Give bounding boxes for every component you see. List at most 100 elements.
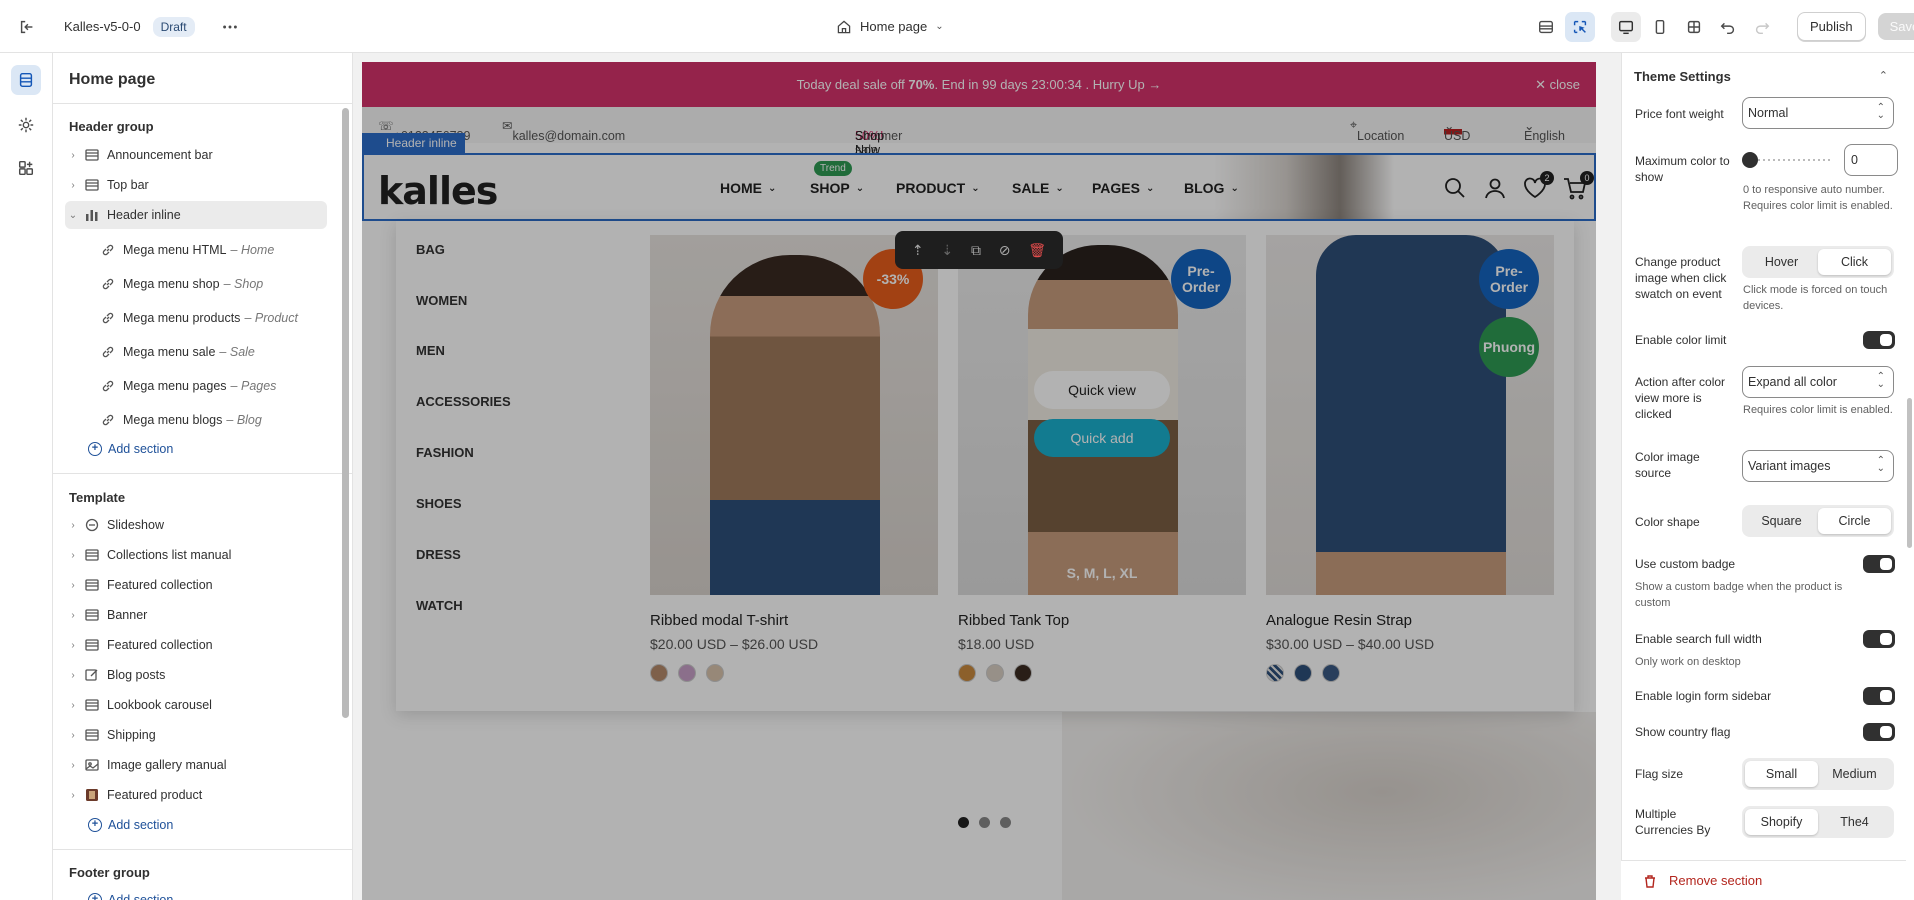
fullscreen-icon[interactable]	[1679, 12, 1709, 42]
quick-view-button[interactable]: Quick view	[1034, 371, 1170, 409]
more-options-icon[interactable]	[215, 12, 245, 42]
nav-home[interactable]: HOME ⌄	[720, 180, 776, 196]
currency-select[interactable]: USD ⌄	[1444, 118, 1470, 143]
product-card[interactable]: Pre-Order Phuong Analogue Resin Strap $3…	[1266, 235, 1554, 682]
product-image[interactable]: -33%	[650, 235, 938, 595]
nav-sale[interactable]: SALE ⌄	[1012, 180, 1064, 196]
category-link[interactable]: BAG	[416, 242, 445, 257]
option-small[interactable]: Small	[1745, 761, 1818, 787]
add-section-button[interactable]: + Add section	[88, 442, 173, 456]
slide-dot[interactable]	[1000, 817, 1011, 828]
option-hover[interactable]: Hover	[1745, 249, 1818, 275]
slide-dot[interactable]	[958, 817, 969, 828]
color-swatch[interactable]	[958, 664, 976, 682]
chevron-right-icon[interactable]: ›	[65, 640, 81, 651]
cart-icon[interactable]: 0	[1562, 171, 1594, 201]
category-link[interactable]: WOMEN	[416, 293, 467, 308]
account-icon[interactable]	[1482, 175, 1508, 201]
chevron-right-icon[interactable]: ›	[65, 670, 81, 681]
color-swatch[interactable]	[1014, 664, 1032, 682]
desktop-view-icon[interactable]	[1611, 11, 1641, 42]
hide-icon[interactable]: ⊘	[999, 242, 1011, 259]
save-button[interactable]: Save	[1877, 13, 1914, 40]
color-swatch[interactable]	[1294, 664, 1312, 682]
tree-item-featured-product[interactable]: › Featured product	[65, 781, 327, 809]
tree-item-mega-menu-sale[interactable]: Mega menu sale – Sale	[97, 338, 327, 366]
redo-icon[interactable]	[1747, 12, 1777, 42]
undo-icon[interactable]	[1713, 12, 1743, 42]
color-swatch[interactable]	[706, 664, 724, 682]
chevron-right-icon[interactable]: ›	[65, 550, 81, 561]
option-medium[interactable]: Medium	[1818, 761, 1891, 787]
tree-item-top-bar[interactable]: › Top bar	[65, 171, 327, 199]
color-swatch[interactable]	[1266, 664, 1284, 682]
quick-add-button[interactable]: Quick add	[1034, 419, 1170, 457]
nav-blog[interactable]: BLOG ⌄	[1184, 180, 1239, 196]
tree-item-collections-list-manual[interactable]: › Collections list manual	[65, 541, 327, 569]
category-link[interactable]: ACCESSORIES	[416, 394, 511, 409]
tree-item-lookbook-carousel[interactable]: › Lookbook carousel	[65, 691, 327, 719]
slide-dot[interactable]	[979, 817, 990, 828]
tree-item-shipping[interactable]: › Shipping	[65, 721, 327, 749]
sections-icon[interactable]	[11, 65, 41, 95]
chevron-right-icon[interactable]: ›	[65, 520, 81, 531]
price-font-weight-select[interactable]: Normal ⌃ ⌄	[1742, 97, 1894, 129]
color-swatch[interactable]	[650, 664, 668, 682]
product-image[interactable]: Pre-Order Phuong	[1266, 235, 1554, 595]
page-selector[interactable]: Home page ⌄	[836, 0, 944, 53]
chevron-right-icon[interactable]: ›	[65, 760, 81, 771]
inspector-icon[interactable]	[1565, 11, 1595, 42]
left-panel-scrollbar[interactable]	[342, 108, 349, 718]
color-swatch[interactable]	[678, 664, 696, 682]
remove-section-button[interactable]: Remove section	[1621, 860, 1906, 900]
category-link[interactable]: MEN	[416, 343, 445, 358]
chevron-right-icon[interactable]: ›	[65, 610, 81, 621]
chevron-right-icon[interactable]: ›	[65, 700, 81, 711]
tree-item-image-gallery-manual[interactable]: › Image gallery manual	[65, 751, 327, 779]
move-down-icon[interactable]: ⇣	[941, 242, 953, 259]
login-sidebar-toggle[interactable]	[1863, 687, 1895, 705]
search-icon[interactable]	[1442, 175, 1468, 201]
custom-badge-toggle[interactable]	[1863, 555, 1895, 573]
tree-item-blog-posts[interactable]: › Blog posts	[65, 661, 327, 689]
nav-shop[interactable]: SHOP ⌄	[810, 180, 864, 196]
product-name[interactable]: Ribbed Tank Top	[958, 612, 1246, 629]
slider-thumb[interactable]	[1742, 152, 1758, 168]
option-circle[interactable]: Circle	[1818, 508, 1891, 534]
slider-track[interactable]	[1748, 159, 1832, 161]
tree-item-banner[interactable]: › Banner	[65, 601, 327, 629]
category-link[interactable]: FASHION	[416, 445, 474, 460]
product-card[interactable]: -33% Ribbed modal T-shirt $20.00 USD – $…	[650, 235, 938, 682]
color-swatch[interactable]	[1322, 664, 1340, 682]
delete-icon[interactable]: 🗑	[1028, 242, 1046, 259]
product-name[interactable]: Analogue Resin Strap	[1266, 612, 1554, 629]
chevron-right-icon[interactable]: ›	[65, 730, 81, 741]
duplicate-icon[interactable]: ⧉	[971, 242, 981, 259]
publish-button[interactable]: Publish	[1797, 12, 1866, 41]
enable-color-limit-toggle[interactable]	[1863, 331, 1895, 349]
search-full-width-toggle[interactable]	[1863, 630, 1895, 648]
chevron-right-icon[interactable]: ›	[65, 790, 81, 801]
action-after-select[interactable]: Expand all color ⌃ ⌄	[1742, 366, 1894, 398]
mobile-view-icon[interactable]	[1645, 12, 1675, 42]
tree-item-mega-menu-blogs[interactable]: Mega menu blogs – Blog	[97, 406, 327, 434]
chevron-right-icon[interactable]: ›	[65, 150, 81, 161]
max-color-slider[interactable]: 0	[1742, 144, 1898, 176]
max-color-input[interactable]: 0	[1844, 144, 1898, 176]
language-select[interactable]: English ⌄	[1524, 118, 1565, 143]
product-card[interactable]: Pre-Order Quick view Quick add S, M, L, …	[958, 235, 1246, 682]
header-inline-section[interactable]: Header inline kalles Trend HOME ⌄ SHOP ⌄ P…	[362, 133, 1596, 221]
database-icon[interactable]	[1531, 12, 1561, 42]
category-link[interactable]: WATCH	[416, 598, 463, 613]
add-section-button-footer[interactable]: + Add section	[88, 893, 173, 900]
tree-item-mega-menu-shop[interactable]: Mega menu shop – Shop	[97, 270, 327, 298]
tree-item-mega-menu-products[interactable]: Mega menu products – Product	[97, 304, 327, 332]
category-link[interactable]: DRESS	[416, 547, 461, 562]
option-the4[interactable]: The4	[1818, 809, 1891, 835]
chevron-right-icon[interactable]: ›	[65, 180, 81, 191]
chevron-up-icon[interactable]: ⌃	[1879, 69, 1888, 82]
chevron-down-icon[interactable]: ⌄	[65, 210, 81, 221]
exit-icon[interactable]	[12, 12, 42, 42]
country-flag-toggle[interactable]	[1863, 723, 1895, 741]
add-section-button-template[interactable]: + Add section	[88, 818, 173, 832]
